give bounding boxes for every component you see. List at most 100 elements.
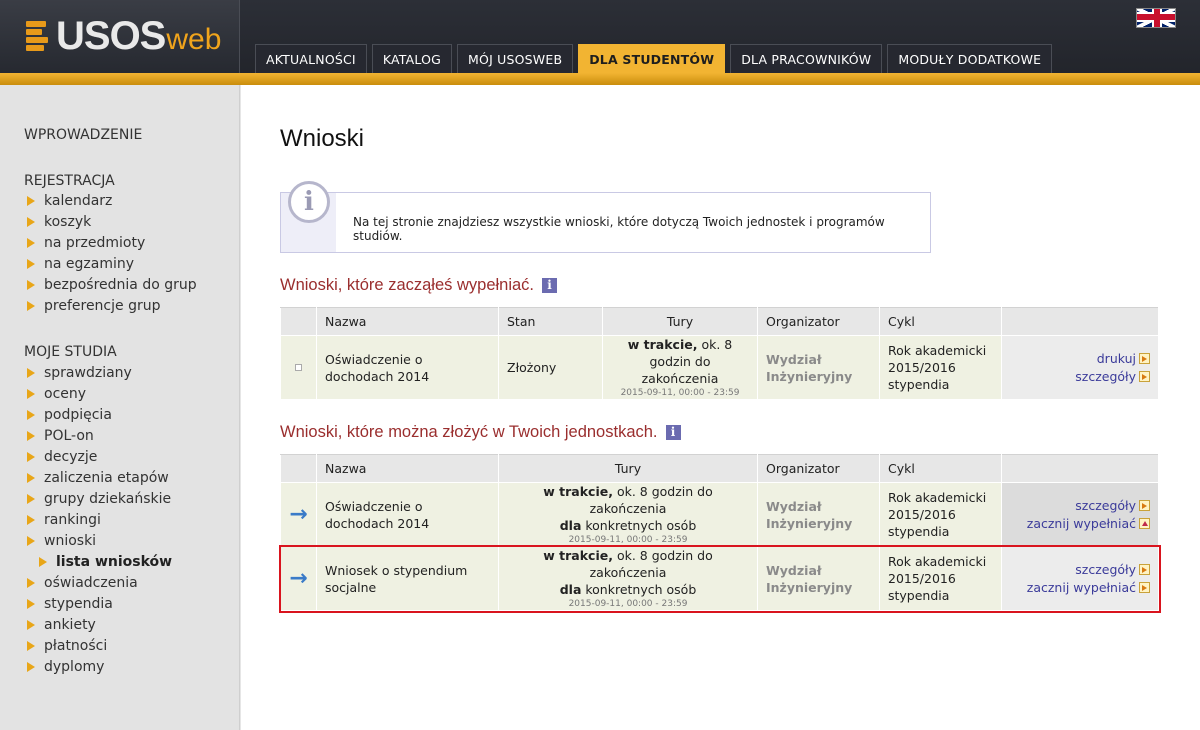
sidebar-item-podpiecia[interactable]: podpięcia — [26, 405, 112, 425]
main-content: Wnioski i Na tej stronie znajdziesz wszy… — [241, 85, 1200, 730]
sidebar-item-grupy-dziekanskie[interactable]: grupy dziekańskie — [26, 489, 171, 509]
rounds-status: w trakcie, — [627, 337, 698, 352]
sidebar-item-label: ankiety — [44, 617, 96, 633]
row-organizer: Wydział Inżynieryjny — [757, 482, 880, 547]
bullet-arrow-icon — [26, 258, 36, 270]
sidebar-item-label: dyplomy — [44, 659, 105, 675]
start-filling-label: zacznij wypełniać — [1026, 579, 1136, 595]
english-flag-icon[interactable] — [1136, 8, 1176, 28]
row-cycle: Rok akademicki 2015/2016 stypendia — [879, 482, 1002, 547]
arrow-right-icon[interactable]: → — [289, 568, 308, 590]
details-link[interactable]: szczegóły — [1010, 497, 1150, 515]
logo-usos-text: USOS — [56, 14, 166, 58]
header-name: Nazwa — [316, 307, 499, 336]
bullet-arrow-icon — [26, 514, 36, 526]
sidebar-item-label: na przedmioty — [44, 235, 146, 251]
started-table: Nazwa Stan Tury Organizator Cykl Oświadc… — [280, 307, 1159, 400]
rounds-for: dla — [559, 582, 582, 597]
sidebar-item-koszyk[interactable]: koszyk — [26, 212, 91, 232]
table-row: Oświadczenie o dochodach 2014 Złożony w … — [280, 335, 1159, 400]
tab-dla-studentow[interactable]: DLA STUDENTÓW — [578, 44, 726, 73]
row-cycle: Rok akademicki 2015/2016 stypendia — [879, 546, 1002, 611]
info-badge-icon[interactable]: i — [665, 425, 681, 440]
info-badge-icon[interactable]: i — [542, 278, 558, 293]
sidebar-item-wnioski[interactable]: wnioski — [26, 531, 96, 551]
sidebar-item-label: koszyk — [44, 214, 92, 230]
main-nav: AKTUALNOŚCI KATALOG MÓJ USOSWEB DLA STUD… — [255, 44, 1053, 73]
row-arrow-cell: → — [280, 546, 317, 611]
sidebar-item-oswiadczenia[interactable]: oświadczenia — [26, 573, 138, 593]
sidebar-item-stypendia[interactable]: stypendia — [26, 594, 113, 614]
sidebar-item-preferencje-grup[interactable]: preferencje grup — [26, 296, 160, 316]
sidebar-item-label: grupy dziekańskie — [44, 491, 172, 507]
sidebar-item-na-przedmioty[interactable]: na przedmioty — [26, 233, 145, 253]
tab-moduly-dodatkowe[interactable]: MODUŁY DODATKOWE — [887, 44, 1053, 73]
tab-katalog[interactable]: KATALOG — [371, 44, 453, 73]
table-row-highlighted: → Wniosek o stypendium socjalne w trakci… — [278, 544, 1161, 613]
start-filling-link[interactable]: zacznij wypełniać — [1010, 515, 1150, 533]
bullet-arrow-icon — [26, 279, 36, 291]
row-checkbox-cell — [280, 335, 317, 400]
header-name: Nazwa — [316, 454, 499, 483]
arrow-up-icon — [1139, 517, 1150, 529]
sidebar-item-rankingi[interactable]: rankingi — [26, 510, 101, 530]
sidebar-item-ankiety[interactable]: ankiety — [26, 615, 96, 635]
details-link-label: szczegóły — [1075, 561, 1136, 577]
bullet-arrow-icon — [26, 430, 36, 442]
sidebar-item-lista-wnioskow[interactable]: lista wniosków — [38, 552, 172, 572]
sidebar-item-label: oświadczenia — [44, 575, 138, 591]
row-actions: szczegóły zacznij wypełniać — [1001, 482, 1159, 547]
info-box: i Na tej stronie znajdziesz wszystkie wn… — [280, 181, 931, 253]
available-table: Nazwa Tury Organizator Cykl → Oświadczen… — [278, 454, 1161, 613]
sidebar-item-zaliczenia-etapow[interactable]: zaliczenia etapów — [26, 468, 169, 488]
arrow-right-icon — [1139, 370, 1150, 382]
rounds-persons: konkretnych osób — [581, 582, 697, 597]
print-link-label: drukuj — [1096, 350, 1136, 366]
sidebar-item-bezposrednia-do-grup[interactable]: bezpośrednia do grup — [26, 275, 197, 295]
bullet-arrow-icon — [26, 300, 36, 312]
start-filling-label: zacznij wypełniać — [1026, 515, 1136, 531]
details-link-label: szczegóły — [1075, 497, 1136, 513]
sidebar-item-decyzje[interactable]: decyzje — [26, 447, 97, 467]
table-header-row: Nazwa Stan Tury Organizator Cykl — [280, 307, 1159, 336]
row-organizer: Wydział Inżynieryjny — [757, 335, 880, 400]
sidebar-item-sprawdziany[interactable]: sprawdziany — [26, 363, 132, 383]
sidebar-item-wprowadzenie[interactable]: WPROWADZENIE — [24, 127, 142, 143]
header-state: Stan — [498, 307, 603, 336]
sidebar-section-moje-studia[interactable]: MOJE STUDIA — [24, 344, 117, 360]
arrow-right-icon[interactable]: → — [289, 504, 308, 526]
rounds-date: 2015-09-11, 00:00 - 23:59 — [620, 388, 740, 398]
available-heading-text: Wnioski, które można złożyć w Twoich jed… — [280, 423, 658, 441]
sidebar-section-rejestracja[interactable]: REJESTRACJA — [24, 173, 115, 189]
rounds-status: w trakcie, — [543, 548, 613, 563]
sidebar-item-pol-on[interactable]: POL-on — [26, 426, 94, 446]
header-organizer: Organizator — [757, 454, 880, 483]
bullet-arrow-icon — [26, 598, 36, 610]
sidebar: WPROWADZENIE REJESTRACJA kalendarz koszy… — [0, 85, 240, 730]
print-link[interactable]: drukuj — [1010, 350, 1150, 368]
row-checkbox[interactable] — [295, 364, 302, 371]
sidebar-item-label: POL-on — [44, 428, 94, 444]
header-organizer: Organizator — [757, 307, 880, 336]
tab-moj-usosweb[interactable]: MÓJ USOSWEB — [457, 44, 574, 73]
sidebar-item-kalendarz[interactable]: kalendarz — [26, 191, 112, 211]
sidebar-item-label: oceny — [44, 386, 87, 402]
details-link[interactable]: szczegóły — [1010, 368, 1150, 386]
row-actions: szczegóły zacznij wypełniać — [1001, 546, 1159, 611]
table-row: → Oświadczenie o dochodach 2014 w trakci… — [280, 482, 1159, 547]
details-link[interactable]: szczegóły — [1010, 561, 1150, 579]
usosweb-logo[interactable]: USOS web — [24, 14, 221, 58]
sidebar-item-oceny[interactable]: oceny — [26, 384, 86, 404]
bullet-arrow-icon — [26, 577, 36, 589]
tab-aktualnosci[interactable]: AKTUALNOŚCI — [255, 44, 367, 73]
top-header: USOS web AKTUALNOŚCI KATALOG MÓJ USOSWEB… — [0, 0, 1200, 85]
tab-dla-pracownikow[interactable]: DLA PRACOWNIKÓW — [730, 44, 883, 73]
sidebar-item-label: podpięcia — [44, 407, 112, 423]
start-filling-link[interactable]: zacznij wypełniać — [1010, 579, 1150, 597]
sidebar-item-platnosci[interactable]: płatności — [26, 636, 107, 656]
header-checkbox — [280, 307, 317, 336]
header-rounds: Tury — [602, 307, 758, 336]
sidebar-item-label: wnioski — [44, 533, 97, 549]
sidebar-item-na-egzaminy[interactable]: na egzaminy — [26, 254, 134, 274]
sidebar-item-dyplomy[interactable]: dyplomy — [26, 657, 104, 677]
